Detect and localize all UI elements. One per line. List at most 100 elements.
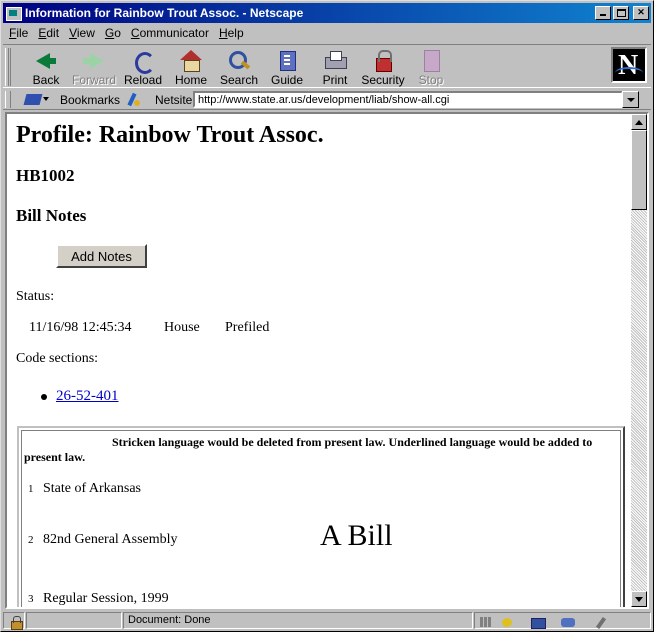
stop-label: Stop	[418, 73, 444, 87]
menu-communicator-label: ommunicator	[139, 26, 209, 40]
bill-id-heading: HB1002	[16, 166, 75, 185]
stop-button[interactable]: Stop	[408, 47, 454, 87]
netscape-window: Information for Rainbow Trout Assoc. - N…	[0, 0, 654, 632]
menu-file[interactable]: File	[9, 26, 28, 40]
reload-icon	[129, 49, 157, 74]
line-text: State of Arkansas	[43, 481, 141, 496]
security-label: Security	[361, 73, 405, 87]
bookmarks-icon[interactable]	[25, 92, 49, 106]
netscape-arc-icon	[615, 67, 643, 79]
toolbar-grip[interactable]	[5, 48, 11, 86]
netscape-logo[interactable]: N	[611, 47, 647, 83]
minimize-button[interactable]	[595, 6, 611, 20]
progress-area	[26, 612, 122, 629]
status-row: 11/16/98 12:45:34 House Prefiled	[29, 320, 269, 336]
menu-file-label: ile	[16, 26, 29, 40]
bill-line: 1 State of Arkansas	[28, 481, 141, 497]
window-title: Information for Rainbow Trout Assoc. - N…	[25, 6, 304, 20]
status-chamber: House	[164, 320, 200, 335]
guide-icon	[273, 49, 301, 71]
scroll-up-button[interactable]	[631, 114, 647, 130]
location-grip[interactable]	[5, 91, 11, 108]
print-label: Print	[322, 73, 348, 87]
line-text: Regular Session, 1999	[43, 591, 169, 606]
home-label: Home	[174, 73, 207, 87]
status-state: Prefiled	[225, 320, 270, 335]
guide-label: Guide	[270, 73, 304, 87]
web-page: Profile: Rainbow Trout Assoc. HB1002 Bil…	[7, 114, 631, 607]
guide-button[interactable]: Guide	[264, 47, 310, 87]
menu-help-label: elp	[227, 26, 244, 40]
location-toolbar: Bookmarks Netsite: http://www.state.ar.u…	[3, 89, 651, 110]
home-button[interactable]: Home	[168, 47, 214, 87]
scroll-down-button[interactable]	[631, 591, 647, 607]
print-button[interactable]: Print	[312, 47, 358, 87]
location-input[interactable]: http://www.state.ar.us/development/liab/…	[193, 91, 623, 108]
status-bar: Document: Done	[3, 611, 651, 630]
menu-view-label: iew	[76, 26, 95, 40]
menu-go-accel: G	[104, 26, 115, 40]
maximize-button[interactable]	[613, 6, 629, 20]
menu-bar: File Edit View Go Communicator Help	[3, 24, 651, 42]
minimize-icon	[600, 14, 606, 16]
back-arrow-icon	[32, 49, 60, 71]
menu-view-accel: V	[69, 26, 77, 40]
composer-icon[interactable]	[595, 615, 613, 629]
line-number: 2	[28, 534, 34, 546]
menu-go[interactable]: Go	[105, 26, 121, 40]
menu-go-label: o	[114, 26, 121, 40]
back-button[interactable]: Back	[23, 47, 69, 87]
navigation-toolbar: Back Forward Reload Home Search Guide Pr…	[3, 44, 651, 88]
code-sections-list: 26-52-401	[41, 388, 119, 405]
close-button[interactable]: ✕	[633, 6, 649, 20]
list-bullet	[41, 393, 47, 400]
printer-icon	[321, 49, 349, 71]
status-label: Status:	[16, 289, 55, 304]
maximize-icon	[617, 9, 626, 17]
navigator-icon[interactable]	[499, 615, 517, 629]
menu-communicator[interactable]: Communicator	[131, 26, 209, 40]
unlocked-padlock-icon	[10, 616, 23, 630]
menu-edit-label: dit	[46, 26, 60, 40]
bill-text-document: Stricken language would be deleted from …	[21, 430, 621, 607]
discussion-groups-icon[interactable]	[559, 615, 577, 629]
code-section-link[interactable]: 26-52-401	[56, 388, 119, 404]
menu-help[interactable]: Help	[219, 26, 244, 40]
padlock-icon	[369, 49, 397, 72]
line-text: 82nd General Assembly	[43, 532, 178, 547]
line-number: 3	[28, 593, 34, 605]
forward-button[interactable]: Forward	[71, 47, 117, 87]
menu-communicator-accel: C	[130, 26, 140, 40]
vertical-scrollbar[interactable]	[631, 114, 647, 607]
mailbox-icon[interactable]	[529, 615, 547, 629]
page-proxy-icon[interactable]	[127, 92, 141, 107]
forward-arrow-icon	[80, 49, 108, 71]
code-sections-label: Code sections:	[16, 351, 99, 366]
status-text: Document: Done	[123, 612, 473, 629]
menu-view[interactable]: View	[69, 26, 95, 40]
page-title: Profile: Rainbow Trout Assoc.	[16, 122, 324, 148]
reload-button[interactable]: Reload	[120, 47, 166, 87]
title-bar[interactable]: Information for Rainbow Trout Assoc. - N…	[3, 3, 651, 23]
forward-label: Forward	[71, 73, 116, 87]
stop-icon	[417, 49, 445, 72]
netscape-window-icon[interactable]	[5, 5, 22, 21]
search-label: Search	[219, 73, 259, 87]
component-grip-icon[interactable]	[477, 615, 495, 629]
menu-help-accel: H	[218, 26, 228, 40]
home-icon	[177, 49, 205, 72]
bill-line: 2 82nd General Assembly	[28, 532, 178, 548]
search-icon	[225, 49, 253, 71]
location-dropdown-button[interactable]	[622, 91, 639, 108]
bill-notes-heading: Bill Notes	[16, 206, 87, 225]
scroll-thumb[interactable]	[631, 130, 647, 210]
menu-edit[interactable]: Edit	[38, 26, 59, 40]
search-button[interactable]: Search	[216, 47, 262, 87]
bookmarks-button[interactable]: Bookmarks	[60, 93, 120, 107]
security-status[interactable]	[3, 612, 25, 630]
security-button[interactable]: Security	[360, 47, 406, 87]
close-icon: ✕	[637, 7, 645, 17]
bill-legend: Stricken language would be deleted from …	[24, 435, 593, 464]
component-bar	[474, 612, 651, 629]
add-notes-button[interactable]: Add Notes	[56, 244, 147, 268]
